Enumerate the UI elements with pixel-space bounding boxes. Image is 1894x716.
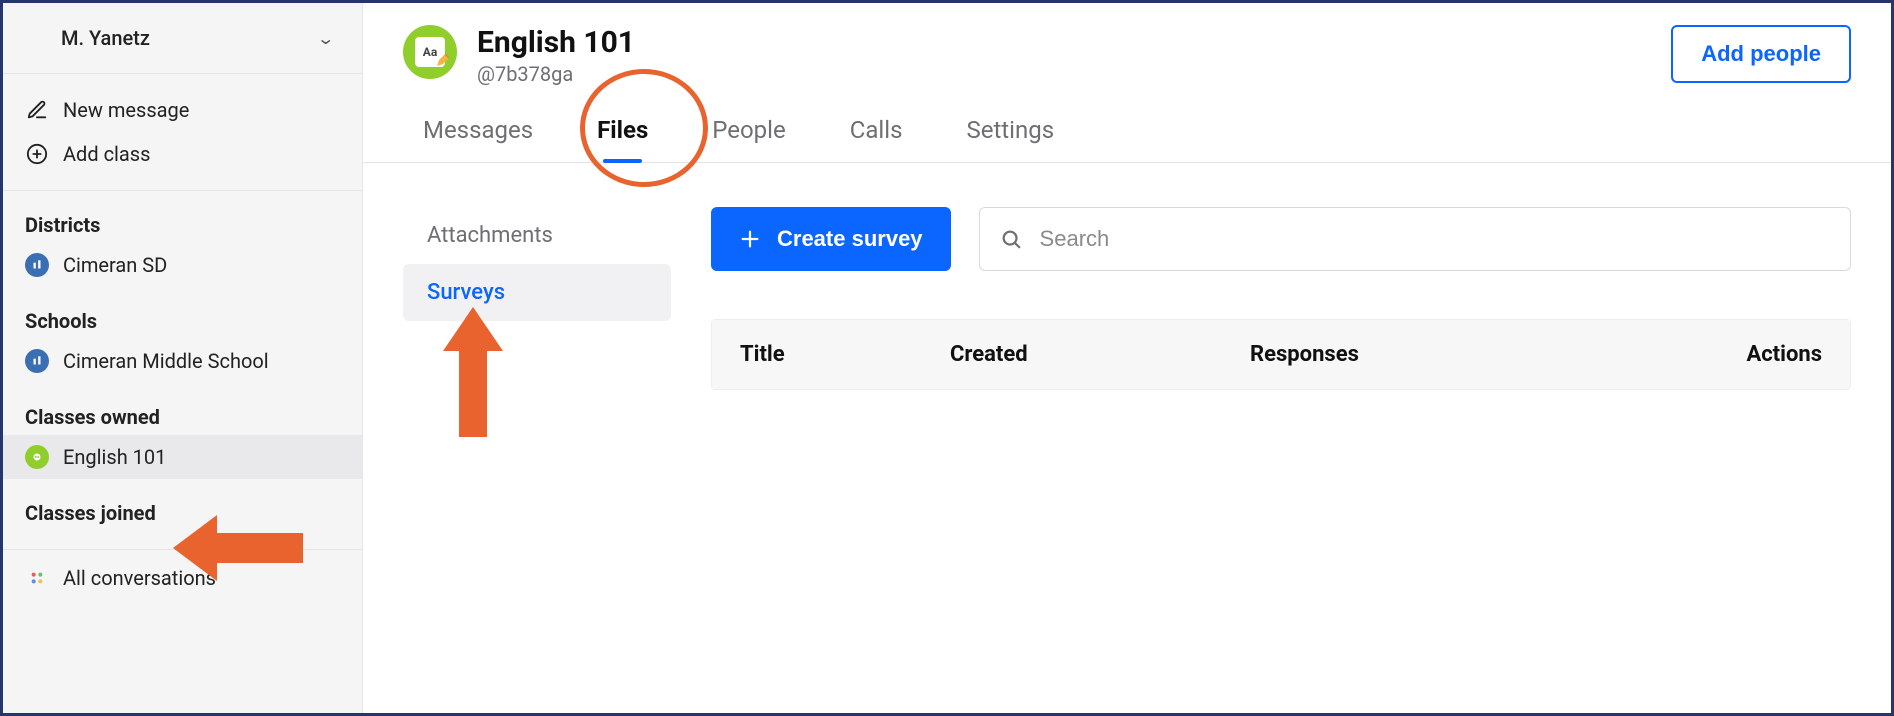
tab-calls[interactable]: Calls [850, 116, 903, 162]
class-avatar: Aa [403, 25, 457, 79]
schools-heading: Schools [3, 287, 362, 339]
add-class-button[interactable]: Add class [3, 132, 362, 176]
classes-owned-heading: Classes owned [3, 383, 362, 435]
subnav-attachments[interactable]: Attachments [403, 207, 671, 264]
grid-dots-icon [25, 566, 49, 590]
col-header-actions: Actions [1702, 342, 1822, 367]
class-title: English 101 [477, 25, 635, 60]
search-field[interactable] [979, 207, 1851, 271]
header-titles: English 101 @7b378ga [477, 25, 635, 86]
create-survey-button[interactable]: Create survey [711, 207, 951, 271]
tab-files[interactable]: Files [597, 116, 648, 162]
col-header-title: Title [740, 342, 950, 367]
new-message-button[interactable]: New message [3, 88, 362, 132]
school-name: Cimeran Middle School [63, 349, 269, 373]
sidebar-school-item[interactable]: Cimeran Middle School [3, 339, 362, 383]
table-header-row: Title Created Responses Actions [712, 320, 1850, 389]
main-pane: Aa English 101 @7b378ga Add people Messa… [363, 3, 1891, 713]
pencil-icon [435, 49, 451, 71]
surveys-pane: Create survey Title Created Responses [711, 207, 1851, 390]
search-icon [1000, 228, 1022, 250]
sidebar-district-item[interactable]: Cimeran SD [3, 243, 362, 287]
sidebar: M. Yanetz ⌄ New message Add class Distri… [3, 3, 363, 713]
class-owned-name: English 101 [63, 445, 166, 469]
user-name: M. Yanetz [61, 26, 319, 50]
pane-toolbar: Create survey [711, 207, 1851, 271]
sidebar-bottom: All conversations [3, 549, 362, 600]
compose-icon [25, 98, 49, 122]
surveys-table: Title Created Responses Actions [711, 319, 1851, 390]
col-header-created: Created [950, 342, 1250, 367]
subnav-surveys[interactable]: Surveys [403, 264, 671, 321]
all-conversations-label: All conversations [63, 566, 216, 590]
chevron-down-icon: ⌄ [316, 29, 335, 48]
tabs: Messages Files People Calls Settings [363, 86, 1891, 163]
plus-icon [739, 228, 761, 250]
content: Attachments Surveys Create survey [363, 163, 1891, 390]
sidebar-class-english-101[interactable]: English 101 [3, 435, 362, 479]
class-icon [25, 445, 49, 469]
tab-settings[interactable]: Settings [966, 116, 1054, 162]
district-name: Cimeran SD [63, 253, 167, 277]
sidebar-actions: New message Add class [3, 73, 362, 191]
class-avatar-card: Aa [415, 37, 445, 67]
districts-heading: Districts [3, 191, 362, 243]
col-header-responses: Responses [1250, 342, 1702, 367]
search-input[interactable] [1040, 226, 1830, 252]
plus-circle-icon [25, 142, 49, 166]
new-message-label: New message [63, 98, 189, 122]
add-people-button[interactable]: Add people [1671, 25, 1851, 83]
class-header: Aa English 101 @7b378ga Add people [363, 3, 1891, 86]
create-survey-label: Create survey [777, 226, 923, 252]
tab-people[interactable]: People [712, 116, 785, 162]
app-frame: M. Yanetz ⌄ New message Add class Distri… [0, 0, 1894, 716]
school-icon [25, 349, 49, 373]
tab-messages[interactable]: Messages [423, 116, 533, 162]
classes-joined-heading: Classes joined [3, 479, 362, 531]
class-handle: @7b378ga [477, 62, 635, 86]
files-subnav: Attachments Surveys [403, 207, 671, 390]
district-icon [25, 253, 49, 277]
user-switcher[interactable]: M. Yanetz ⌄ [3, 3, 362, 73]
all-conversations-link[interactable]: All conversations [3, 556, 362, 600]
add-class-label: Add class [63, 142, 150, 166]
